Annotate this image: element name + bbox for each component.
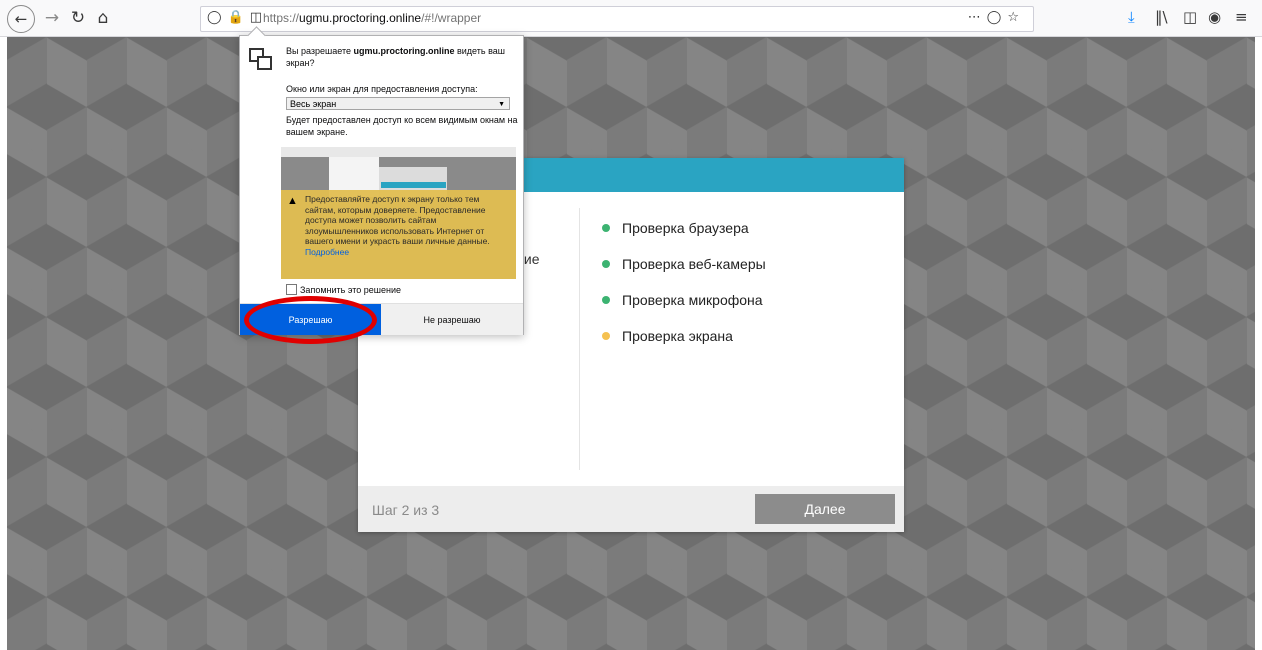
checks-list: Проверка браузера Проверка веб-камеры Пр… [602,210,766,354]
check-microphone: Проверка микрофона [602,282,766,318]
next-button[interactable]: Далее [755,494,895,524]
check-screen: Проверка экрана [602,318,766,354]
bookmark-star-icon[interactable]: ☆ [1007,10,1025,25]
source-description: Будет предоставлен доступ ко всем видимы… [286,115,518,137]
question-host: ugmu.proctoring.online [353,46,455,56]
menu-dots-icon[interactable]: ⋯ [968,10,987,25]
browser-toolbar: ← → ↻ ⌂ ◯🔒◫ https://ugmu.proctoring.onli… [0,0,1262,37]
deny-button[interactable]: Не разрешаю [381,304,523,335]
warning-message: Предоставляйте доступ к экрану только те… [305,194,490,247]
check-label: Проверка браузера [622,220,749,236]
shield-icon: ◯ [207,10,228,25]
status-dot [602,224,610,232]
sidebar-icon[interactable]: ◫ [1183,8,1197,26]
chevron-down-icon: ▼ [498,101,505,108]
warning-text: Предоставляйте доступ к экрану только те… [305,194,511,258]
allow-button[interactable]: Разрешаю [240,304,381,335]
card-footer: Шаг 2 из 3 Далее [358,486,904,532]
url-text[interactable]: https://ugmu.proctoring.online/#!/wrappe… [263,11,481,25]
hamburger-menu-icon[interactable]: ≡ [1235,8,1248,26]
account-icon[interactable]: ◉ [1208,8,1221,26]
url-path: /#!/wrapper [421,11,482,25]
site-info-icons[interactable]: ◯🔒◫ [207,10,268,25]
url-prefix: https:// [263,11,300,25]
remember-label: Запомнить это решение [300,284,401,295]
popup-footer: Разрешаю Не разрешаю [240,303,523,335]
check-browser: Проверка браузера [602,210,766,246]
status-dot [602,332,610,340]
remember-checkbox[interactable] [286,284,297,295]
source-select-value: Весь экран [290,99,337,109]
check-webcam: Проверка веб-камеры [602,246,766,282]
check-label: Проверка веб-камеры [622,256,766,272]
home-icon[interactable]: ⌂ [91,6,115,30]
url-bar[interactable]: ◯🔒◫ https://ugmu.proctoring.online/#!/wr… [200,6,1034,32]
source-select[interactable]: Весь экран ▼ [286,97,510,110]
url-actions: ⋯◯☆ [968,10,1025,25]
question-pre: Вы разрешаете [286,46,354,56]
pocket-icon[interactable]: ◯ [987,10,1008,25]
library-icon[interactable]: ‖\ [1155,8,1168,26]
step-indicator: Шаг 2 из 3 [372,502,440,518]
url-host: ugmu.proctoring.online [299,11,422,25]
card-divider [579,208,580,470]
screen-share-permission-popup: Вы разрешаете ugmu.proctoring.online вид… [239,26,524,335]
warning-icon: ▲ [287,195,298,207]
check-label: Проверка экрана [622,328,733,344]
permission-question: Вы разрешаете ugmu.proctoring.online вид… [286,45,516,69]
warning-box: ▲ Предоставляйте доступ к экрану только … [281,190,516,279]
source-select-label: Окно или экран для предоставления доступ… [286,84,478,94]
remember-decision[interactable]: Запомнить это решение [286,284,401,295]
screen-share-icon [249,48,272,70]
check-label: Проверка микрофона [622,292,763,308]
learn-more-link[interactable]: Подробнее [305,247,349,257]
forward-icon[interactable]: → [40,6,64,30]
lock-icon: 🔒 [227,10,250,25]
reload-icon[interactable]: ↻ [66,6,90,30]
status-dot [602,296,610,304]
back-icon[interactable]: ← [7,5,35,33]
status-dot [602,260,610,268]
download-icon[interactable]: ⤓ [1128,8,1135,26]
